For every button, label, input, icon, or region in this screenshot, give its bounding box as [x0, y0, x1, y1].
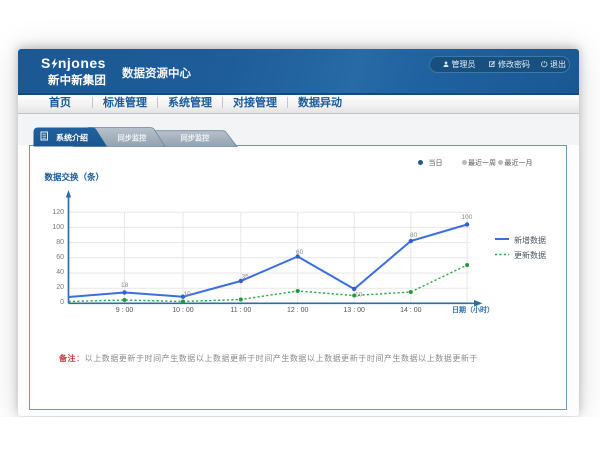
svg-text:同步监控: 同步监控 [118, 134, 148, 143]
svg-text:同步监控: 同步监控 [181, 134, 211, 143]
svg-text:35: 35 [242, 273, 250, 280]
svg-text:60: 60 [296, 249, 304, 256]
svg-text:80: 80 [410, 232, 418, 239]
svg-text:系统介绍: 系统介绍 [56, 133, 88, 143]
svg-text:100: 100 [462, 214, 473, 221]
svg-text:10: 10 [184, 291, 192, 298]
svg-text:10: 10 [355, 292, 363, 299]
svg-text:18: 18 [121, 282, 129, 289]
